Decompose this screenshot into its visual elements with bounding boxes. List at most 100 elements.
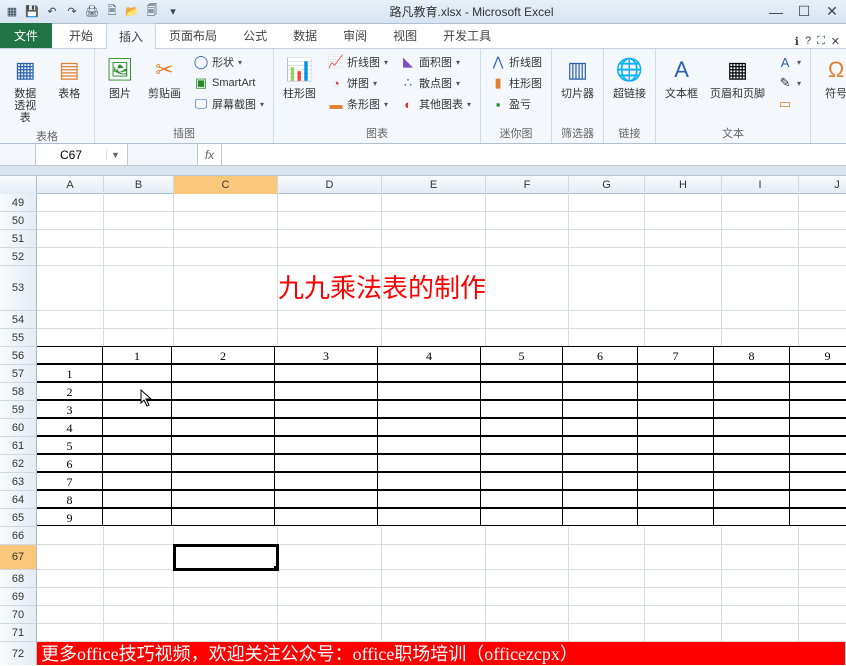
pie-chart-button[interactable]: ◔饼图▾ [325, 73, 391, 93]
cell[interactable] [104, 194, 174, 212]
cell[interactable] [486, 311, 569, 329]
cell[interactable] [37, 624, 104, 642]
hyperlink-button[interactable]: 🌐超链接 [610, 52, 649, 102]
row-header[interactable]: 71 [0, 624, 36, 642]
cell[interactable] [382, 212, 486, 230]
cell[interactable] [37, 606, 104, 624]
cell[interactable] [486, 329, 569, 347]
column-header[interactable]: B [104, 176, 174, 194]
cell[interactable] [645, 606, 722, 624]
spark-line-button[interactable]: ⋀折线图 [487, 52, 545, 72]
slicer-button[interactable]: ▥切片器 [558, 52, 597, 102]
cell[interactable] [174, 588, 278, 606]
cell[interactable] [37, 248, 104, 266]
cell[interactable] [37, 588, 104, 606]
cell[interactable] [799, 248, 846, 266]
cell[interactable] [645, 624, 722, 642]
row-header[interactable]: 64 [0, 491, 36, 509]
cell[interactable] [104, 266, 174, 311]
cell[interactable] [171, 364, 275, 382]
cell[interactable] [713, 472, 790, 490]
row-header[interactable]: 56 [0, 347, 36, 365]
cell[interactable]: 3 [274, 346, 378, 364]
row-header[interactable]: 53 [0, 266, 36, 311]
cell[interactable] [562, 454, 638, 472]
cell[interactable] [789, 490, 846, 508]
cell[interactable] [104, 570, 174, 588]
cell[interactable] [645, 570, 722, 588]
minimize-button[interactable]: — [762, 2, 790, 22]
cell[interactable] [789, 454, 846, 472]
cell[interactable] [37, 230, 104, 248]
column-header[interactable]: J [799, 176, 846, 194]
cell[interactable] [486, 570, 569, 588]
cell[interactable] [569, 527, 645, 545]
row-header[interactable]: 59 [0, 401, 36, 419]
tab-formulas[interactable]: 公式 [230, 22, 280, 48]
redo-icon[interactable]: ↷ [64, 4, 80, 20]
cell[interactable]: 8 [713, 346, 790, 364]
cell[interactable] [174, 624, 278, 642]
cell[interactable] [174, 266, 278, 311]
column-header[interactable]: F [486, 176, 569, 194]
cell[interactable] [486, 545, 569, 570]
cell[interactable] [645, 230, 722, 248]
cell[interactable] [174, 570, 278, 588]
spreadsheet[interactable]: ABCDEFGHIJ 49505152535455565758596061626… [0, 176, 846, 665]
cell[interactable] [799, 570, 846, 588]
cell[interactable] [382, 311, 486, 329]
cell[interactable] [102, 382, 172, 400]
cell[interactable] [480, 364, 563, 382]
row-header[interactable]: 70 [0, 606, 36, 624]
cell[interactable] [722, 624, 799, 642]
cell[interactable] [789, 364, 846, 382]
other-chart-button[interactable]: ◐其他图表▾ [397, 94, 474, 114]
cell[interactable] [645, 266, 722, 311]
cell[interactable] [480, 508, 563, 526]
column-header[interactable]: H [645, 176, 722, 194]
cell[interactable] [799, 588, 846, 606]
cell[interactable] [174, 311, 278, 329]
ribbon-minimize-icon[interactable]: ⛶ [817, 35, 825, 48]
cell[interactable] [486, 230, 569, 248]
cell[interactable] [722, 606, 799, 624]
cell[interactable] [278, 194, 382, 212]
cell[interactable] [274, 436, 378, 454]
cell[interactable] [637, 436, 714, 454]
cell[interactable]: 4 [36, 418, 103, 436]
cell[interactable] [799, 194, 846, 212]
cell[interactable] [278, 248, 382, 266]
open-icon[interactable]: 📂 [124, 4, 140, 20]
cell[interactable] [789, 382, 846, 400]
cell[interactable] [486, 624, 569, 642]
name-box-input[interactable] [36, 148, 106, 162]
cell[interactable] [171, 382, 275, 400]
cell[interactable] [102, 472, 172, 490]
cell[interactable] [171, 508, 275, 526]
cell[interactable] [562, 436, 638, 454]
cell[interactable] [274, 472, 378, 490]
cell[interactable] [382, 329, 486, 347]
textbox-button[interactable]: A文本框 [662, 52, 701, 102]
cell[interactable] [562, 400, 638, 418]
cell[interactable] [569, 230, 645, 248]
fx-icon[interactable]: fx [198, 144, 222, 165]
cell[interactable] [645, 527, 722, 545]
cell[interactable] [104, 311, 174, 329]
row-header[interactable]: 55 [0, 329, 36, 347]
cell[interactable] [104, 248, 174, 266]
cell[interactable] [102, 418, 172, 436]
cell[interactable] [174, 527, 278, 545]
copy-icon[interactable]: 🗐 [144, 4, 160, 20]
cell[interactable] [174, 248, 278, 266]
cell[interactable] [562, 382, 638, 400]
column-header[interactable]: G [569, 176, 645, 194]
scatter-chart-button[interactable]: ∴散点图▾ [397, 73, 474, 93]
cell[interactable] [377, 364, 481, 382]
cell[interactable] [789, 472, 846, 490]
column-header[interactable]: D [278, 176, 382, 194]
row-header[interactable]: 54 [0, 311, 36, 329]
cell[interactable] [722, 311, 799, 329]
cell[interactable] [37, 266, 104, 311]
row-header[interactable]: 49 [0, 194, 36, 212]
